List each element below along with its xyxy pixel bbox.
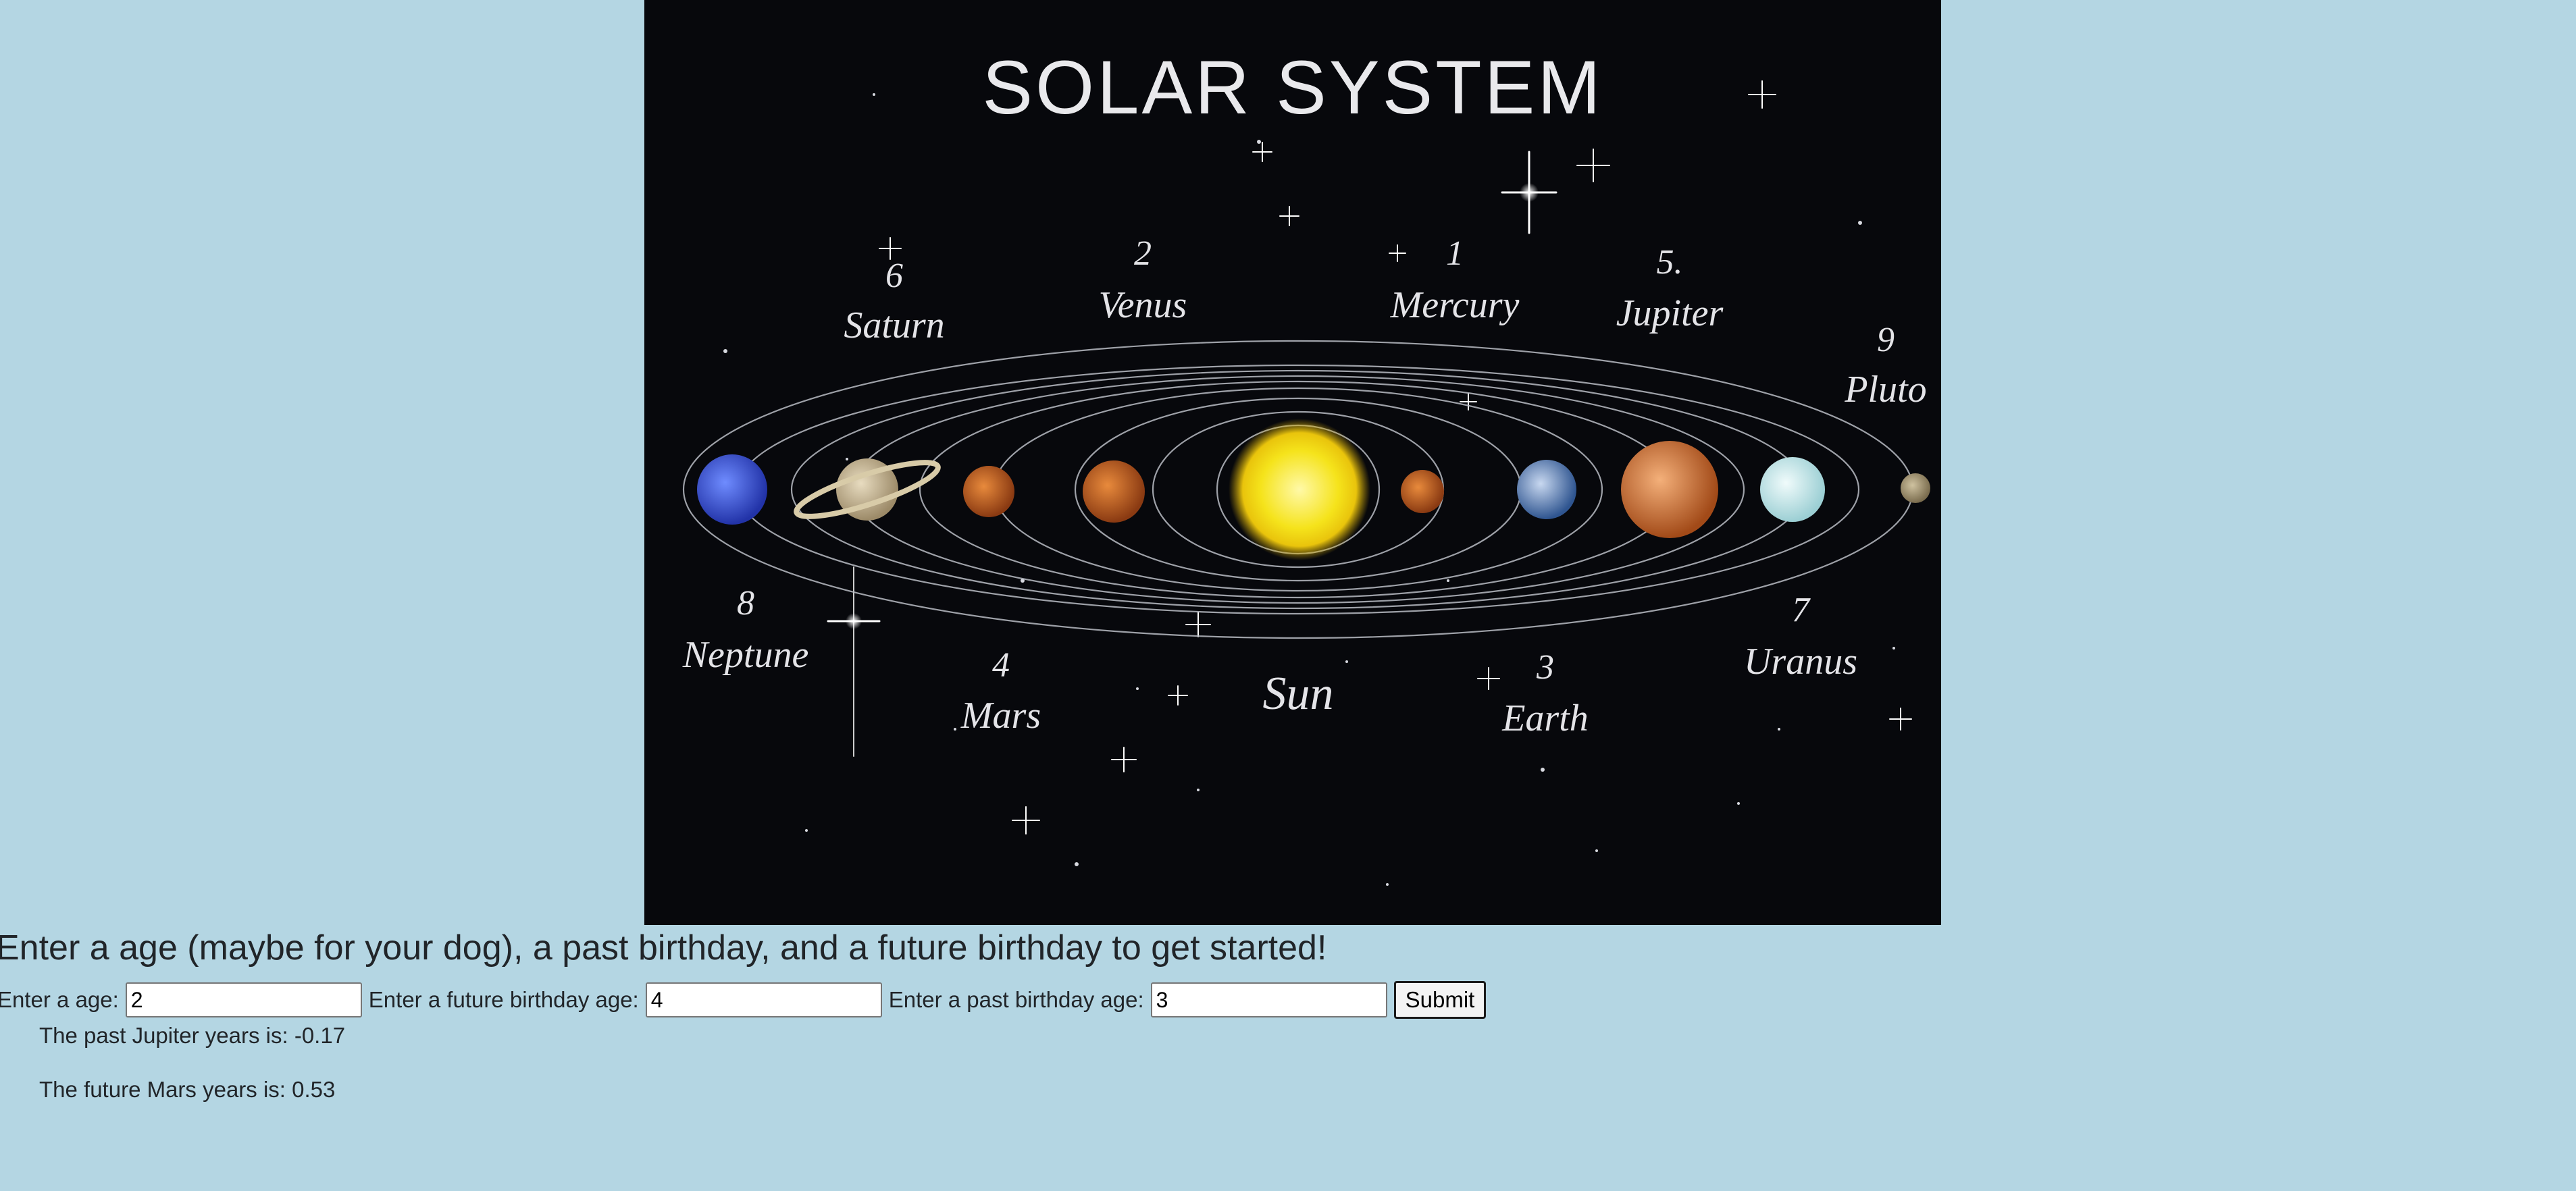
planet-number: 4 bbox=[992, 646, 1010, 685]
past-jupiter-result: The past Jupiter years is: -0.17 bbox=[39, 1023, 346, 1048]
planet-neptune bbox=[697, 454, 767, 525]
planet-name: Mars bbox=[960, 695, 1041, 737]
planet-jupiter bbox=[1621, 441, 1718, 538]
planet-number: 2 bbox=[1134, 234, 1152, 273]
planet-pluto bbox=[1901, 473, 1930, 503]
solar-system-image: SOLAR SYSTEM 6 Saturn 2 Venus 1 Mercury … bbox=[644, 0, 1941, 925]
planet-number: 8 bbox=[737, 584, 754, 623]
page-heading: Enter a age (maybe for your dog), a past… bbox=[0, 928, 1327, 968]
future-mars-result: The future Mars years is: 0.53 bbox=[39, 1077, 336, 1102]
sun bbox=[1229, 419, 1370, 560]
planet-name: Saturn bbox=[844, 305, 944, 346]
age-input[interactable] bbox=[125, 982, 362, 1017]
planet-uranus bbox=[1760, 457, 1825, 522]
planet-number: 6 bbox=[885, 257, 903, 295]
past-birthday-label: Enter a past birthday age: bbox=[888, 987, 1144, 1012]
solar-system-illustration: SOLAR SYSTEM 6 Saturn 2 Venus 1 Mercury … bbox=[682, 45, 1930, 886]
image-title: SOLAR SYSTEM bbox=[982, 45, 1603, 130]
sun-label: Sun bbox=[1263, 668, 1334, 720]
planet-name: Uranus bbox=[1744, 641, 1857, 683]
planet-name: Jupiter bbox=[1616, 292, 1724, 334]
past-birthday-input[interactable] bbox=[1150, 982, 1387, 1017]
planet-name: Venus bbox=[1099, 284, 1187, 326]
planet-name: Neptune bbox=[682, 634, 809, 676]
planet-number: 9 bbox=[1877, 321, 1895, 359]
planet-number: 3 bbox=[1536, 648, 1554, 687]
future-birthday-input[interactable] bbox=[645, 982, 882, 1017]
planet-mars-small bbox=[963, 466, 1014, 517]
planet-venus bbox=[1083, 460, 1145, 523]
planet-mercury bbox=[1401, 470, 1444, 513]
birthday-form: Enter a age: Enter a future birthday age… bbox=[0, 979, 1487, 1021]
age-label: Enter a age: bbox=[0, 987, 119, 1012]
planet-name: Mercury bbox=[1390, 284, 1520, 326]
planet-number: 5. bbox=[1657, 243, 1683, 282]
submit-button[interactable]: Submit bbox=[1393, 981, 1487, 1019]
planet-name: Earth bbox=[1501, 697, 1589, 739]
planet-number: 1 bbox=[1446, 234, 1464, 273]
planet-earth bbox=[1517, 460, 1576, 519]
planet-number: 7 bbox=[1792, 591, 1811, 629]
page: SOLAR SYSTEM 6 Saturn 2 Venus 1 Mercury … bbox=[0, 0, 2576, 1191]
planet-name: Pluto bbox=[1844, 369, 1926, 411]
future-birthday-label: Enter a future birthday age: bbox=[368, 987, 639, 1012]
